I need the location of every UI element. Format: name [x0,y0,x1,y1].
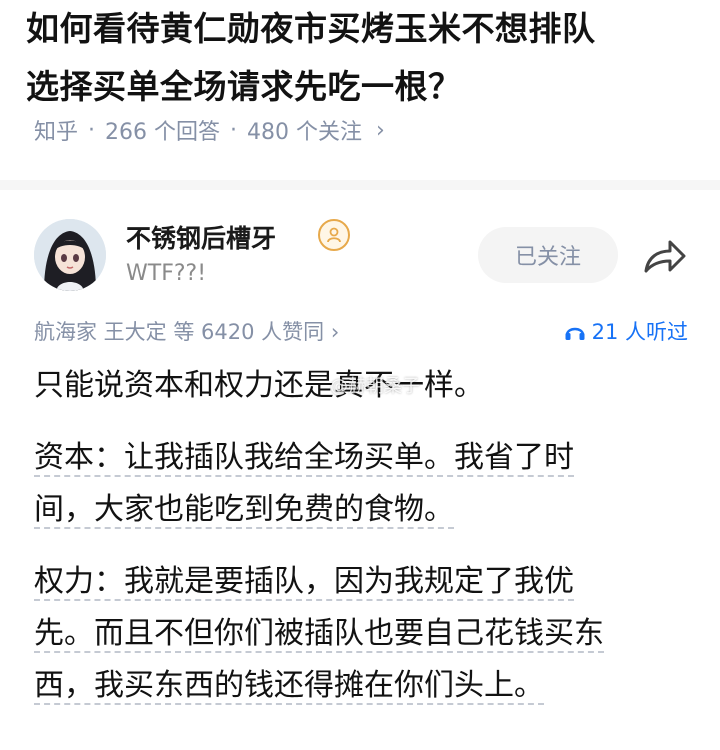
question-title[interactable]: 如何看待黄仁勋夜市买烤玉米不想排队 选择买单全场请求先吃一根？ [26,0,706,116]
separator-dot: · [88,117,96,143]
watermark: @赫朝桑子 [330,376,420,397]
listen-count[interactable]: 21 人听过 [564,316,688,346]
vote-text: 航海家 王大定 等 6420 人赞同 [34,320,325,344]
paragraph-line: 先。而且不但你们被插队也要自己花钱买东 [34,616,604,653]
author-name[interactable]: 不锈钢后槽牙 [126,219,276,255]
user-badge-icon[interactable] [318,219,350,251]
source-label: 知乎 [34,120,79,145]
question-title-line2[interactable]: 选择买单全场请求先吃一根？ [26,58,706,116]
share-icon[interactable] [638,233,690,279]
paragraph-line: 西，我买东西的钱还得摊在你们头上。 [34,668,544,705]
avatar[interactable] [34,219,106,291]
answer-author-bar: 不锈钢后槽牙 WTF??! 已关注 [0,205,720,305]
paragraph-line: 权力：我就是要插队，因为我规定了我优 [34,564,574,601]
answer-paragraph: 资本：让我插队我给全场买单。我省了时 间，大家也能吃到免费的食物。 [34,432,694,536]
answer-paragraph: 权力：我就是要插队，因为我规定了我优 先。而且不但你们被插队也要自己花钱买东 西… [34,556,694,712]
separator-dot: · [230,117,238,143]
chevron-right-icon[interactable]: › [376,118,385,143]
question-title-line1[interactable]: 如何看待黄仁勋夜市买烤玉米不想排队 [26,0,706,58]
section-divider [0,180,720,190]
paragraph-line: 间，大家也能吃到免费的食物。 [34,492,454,529]
answer-content: 只能说资本和权力还是真不一样。 资本：让我插队我给全场买单。我省了时 间，大家也… [34,360,694,732]
listen-text: 21 人听过 [591,320,688,344]
follow-button[interactable]: 已关注 [478,227,618,283]
paragraph-line: 资本：让我插队我给全场买单。我省了时 [34,440,574,477]
chevron-right-icon: › [330,320,340,344]
follower-count: 480 个关注 [247,120,363,145]
vote-summary[interactable]: 航海家 王大定 等 6420 人赞同 › [34,316,339,346]
question-header: 如何看待黄仁勋夜市买烤玉米不想排队 选择买单全场请求先吃一根？ [26,0,706,116]
headphones-icon [565,327,585,340]
answer-count: 266 个回答 [105,120,221,145]
question-meta[interactable]: 知乎 · 266 个回答 · 480 个关注 › [34,114,385,146]
author-bio: WTF??! [126,261,207,286]
